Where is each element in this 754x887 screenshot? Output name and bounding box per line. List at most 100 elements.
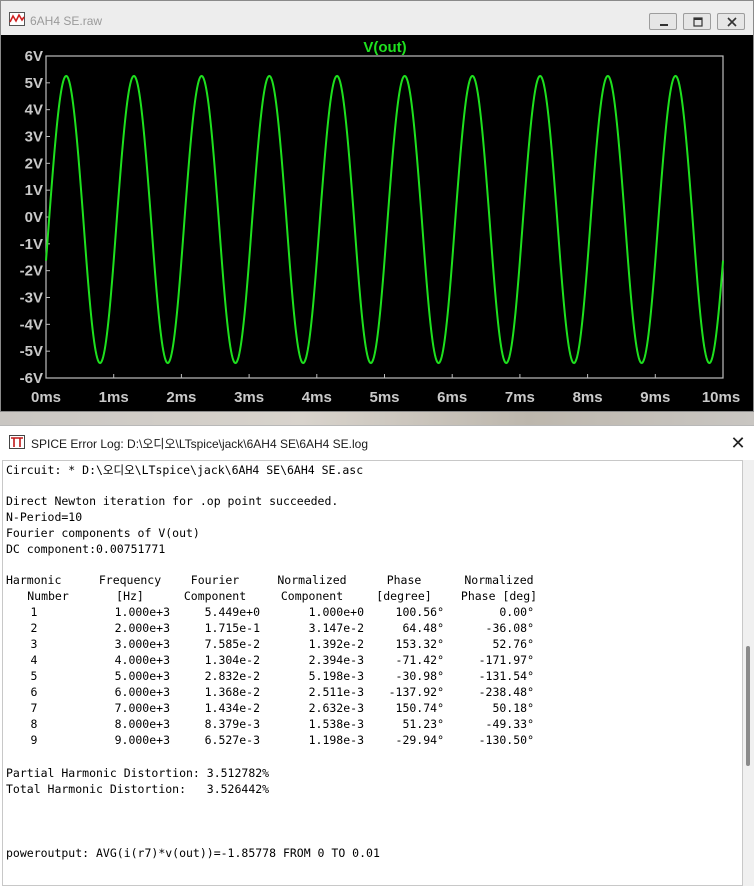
- table-cell: 2.511e-3: [308, 685, 364, 699]
- close-log-button[interactable]: ✕: [724, 430, 752, 456]
- table-cell: 8.000e+3: [114, 717, 170, 731]
- table-cell: 1.368e-2: [204, 685, 260, 699]
- restore-icon: [693, 17, 703, 27]
- log-line-nperiod: N-Period=10: [6, 510, 83, 524]
- table-cell: -30.98°: [395, 669, 444, 683]
- table-cell: 1.000e+0: [308, 605, 364, 619]
- table-cell: 51.23°: [402, 717, 444, 731]
- table-cell: 1.000e+3: [114, 605, 170, 619]
- table-cell: 100.56°: [395, 605, 444, 619]
- minimize-button[interactable]: [649, 13, 677, 30]
- table-cell: 9: [30, 733, 38, 747]
- x-tick-label: 2ms: [166, 389, 196, 406]
- table-cell: 5.198e-3: [308, 669, 364, 683]
- table-cell: 3.147e-2: [308, 621, 364, 635]
- log-line-newton: Direct Newton iteration for .op point su…: [6, 494, 339, 508]
- table-cell: -49.33°: [485, 717, 534, 731]
- table-row: 3 3.000e+3 7.585e-2 1.392e-2 153.32° 52.76°: [6, 637, 554, 653]
- table-cell: 5.000e+3: [114, 669, 170, 683]
- y-tick-label: 3V: [25, 129, 43, 146]
- y-tick-label: -6V: [20, 370, 43, 387]
- y-tick-label: 4V: [25, 102, 43, 119]
- waveform-chart[interactable]: V(out) 6V5V4V3V2V1V0V-1V-2V-3V-4V-5V-6V …: [1, 35, 753, 411]
- x-tick-label: 6ms: [437, 389, 467, 406]
- log-scrollbar-thumb[interactable]: [746, 646, 750, 766]
- col-header: Number: [27, 589, 69, 603]
- x-tick-label: 3ms: [234, 389, 264, 406]
- table-cell: 6: [30, 685, 38, 699]
- log-line-poweroutput: poweroutput: AVG(i(r7)*v(out))=-1.85778 …: [6, 846, 380, 860]
- col-header: [degree]: [376, 589, 432, 603]
- table-cell: 6.527e-3: [204, 733, 260, 747]
- x-tick-label: 4ms: [302, 389, 332, 406]
- x-tick-label: 7ms: [505, 389, 535, 406]
- log-line-dc: DC component:0.00751771: [6, 542, 166, 556]
- y-tick-label: 2V: [25, 155, 43, 172]
- col-header: Harmonic: [6, 573, 62, 587]
- x-tick-label: 8ms: [573, 389, 603, 406]
- y-tick-label: 1V: [25, 182, 43, 199]
- table-cell: 2: [30, 621, 38, 635]
- y-tick-label: -3V: [20, 290, 43, 307]
- plot-pane[interactable]: V(out) 6V 5V 4V 3V 2V 1V 0V -1V -2V -3V -4V -5V -6V …: [1, 35, 753, 411]
- trace-title[interactable]: V(out): [363, 39, 406, 56]
- ltspice-icon: [9, 435, 25, 449]
- table-row: 1 1.000e+3 5.449e+0 1.000e+0 100.56° 0.00°: [6, 605, 554, 621]
- table-cell: 7: [30, 701, 38, 715]
- table-cell: 1.434e-2: [204, 701, 260, 715]
- table-header-row-1: Harmonic Frequency Fourier Normalized Ph…: [6, 573, 554, 589]
- restore-button[interactable]: [683, 13, 711, 30]
- x-tick-label: 1ms: [99, 389, 129, 406]
- x-axis: 0ms 1ms 2ms 3ms 4ms 5ms 6ms 7ms 8ms 9ms 10ms: [31, 374, 740, 406]
- y-tick-label: -4V: [20, 316, 43, 333]
- close-icon: ✕: [730, 433, 746, 453]
- x-tick-label: 5ms: [369, 389, 399, 406]
- table-cell: 8: [30, 717, 38, 731]
- col-header: Frequency: [98, 573, 162, 587]
- y-tick-label: -2V: [20, 263, 43, 280]
- col-header: Normalized: [277, 573, 347, 587]
- error-log-window: SPICE Error Log: D:\오디오\LTspice\jack\6AH…: [0, 425, 754, 887]
- table-cell: 3.000e+3: [114, 637, 170, 651]
- col-header: Phase [deg]: [460, 589, 538, 603]
- table-row: 6 6.000e+3 1.368e-2 2.511e-3 -137.92° -238.48…: [6, 685, 554, 701]
- log-text-area[interactable]: Circuit: * D:\오디오\LTspice\jack\6AH4 SE\6…: [2, 460, 743, 886]
- table-cell: 1.392e-2: [308, 637, 364, 651]
- x-tick-label: 10ms: [702, 389, 740, 406]
- log-line-circuit: Circuit: * D:\오디오\LTspice\jack\6AH4 SE\6…: [6, 463, 364, 477]
- col-header: Normalized: [464, 573, 534, 587]
- table-cell: 8.379e-3: [204, 717, 260, 731]
- fourier-table-body: 1 1.000e+3 5.449e+0 1.000e+0 100.56° 0.00° 2 2.…: [6, 605, 554, 749]
- table-cell: 1.715e-1: [204, 621, 260, 635]
- table-cell: 2.832e-2: [204, 669, 260, 683]
- table-cell: -171.97°: [478, 653, 534, 667]
- table-cell: 150.74°: [395, 701, 444, 715]
- table-cell: -238.48°: [478, 685, 534, 699]
- close-waveform-button[interactable]: [717, 13, 745, 30]
- col-header: Component: [183, 589, 247, 603]
- table-cell: -29.94°: [395, 733, 444, 747]
- table-cell: 4.000e+3: [114, 653, 170, 667]
- table-cell: 2.000e+3: [114, 621, 170, 635]
- table-cell: 5: [30, 669, 38, 683]
- col-header: Phase: [386, 573, 422, 587]
- y-tick-label: 0V: [25, 209, 43, 226]
- log-scrollbar[interactable]: [743, 460, 754, 886]
- table-cell: 1.304e-2: [204, 653, 260, 667]
- y-tick-label: -5V: [20, 343, 43, 360]
- table-cell: 7.585e-2: [204, 637, 260, 651]
- x-tick-label: 9ms: [640, 389, 670, 406]
- col-header: Component: [280, 589, 344, 603]
- table-cell: 52.76°: [492, 637, 534, 651]
- table-row: 4 4.000e+3 1.304e-2 2.394e-3 -71.42° -171.97°: [6, 653, 554, 669]
- series-line-vout[interactable]: [45, 74, 724, 365]
- table-cell: -131.54°: [478, 669, 534, 683]
- fourier-table: Harmonic Frequency Fourier Normalized Ph…: [6, 573, 554, 749]
- table-row: 7 7.000e+3 1.434e-2 2.632e-3 150.74° 50.18°: [6, 701, 554, 717]
- log-titlebar[interactable]: SPICE Error Log: D:\오디오\LTspice\jack\6AH…: [0, 426, 754, 459]
- waveform-titlebar[interactable]: 6AH4 SE.raw: [1, 1, 753, 35]
- waveform-window: 6AH4 SE.raw V(out) 6V 5V 4V 3V 2V 1V 0V -1V -2V -…: [0, 0, 754, 412]
- table-cell: 1.198e-3: [308, 733, 364, 747]
- waveform-app-icon: [9, 12, 25, 26]
- table-cell: 0.00°: [499, 605, 534, 619]
